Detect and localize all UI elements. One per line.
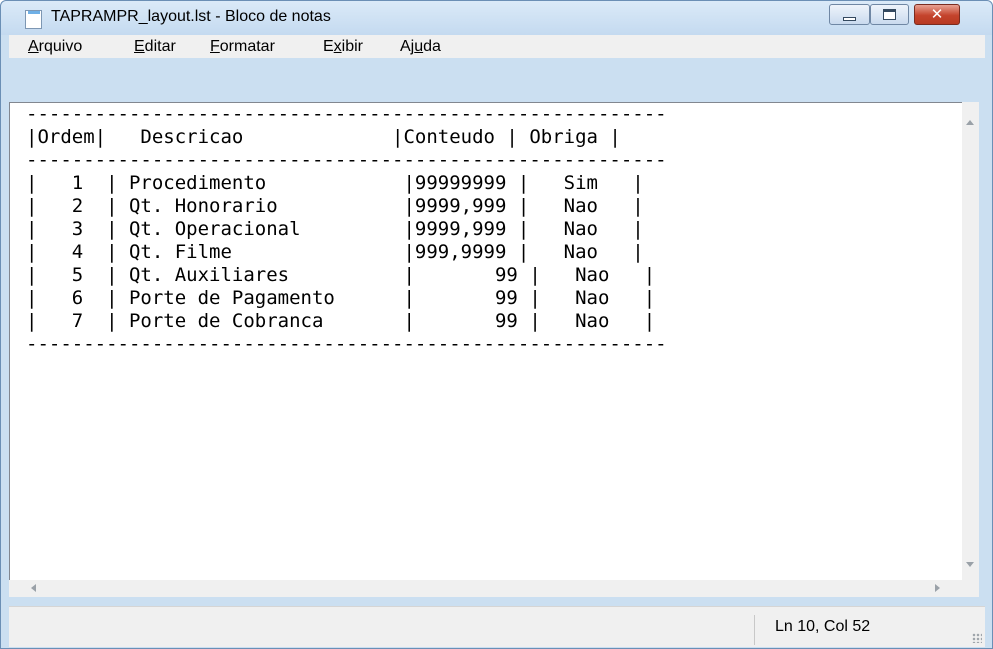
status-bar: Ln 10, Col 52 — [9, 606, 985, 647]
minimize-icon — [843, 16, 856, 21]
notepad-window: TAPRAMPR_layout.lst - Bloco de notas ✕ A… — [0, 0, 993, 649]
status-divider — [754, 615, 755, 645]
vertical-scrollbar[interactable] — [962, 102, 979, 580]
menu-exibir-accel: x — [333, 38, 342, 55]
menu-editar-label: ditar — [144, 38, 176, 55]
menu-formatar[interactable]: Formatar — [210, 38, 275, 56]
scrollbar-corner — [962, 580, 979, 597]
menu-exibir-label-pre: E — [323, 38, 334, 55]
menu-ajuda[interactable]: Ajuda — [400, 38, 441, 56]
menu-exibir[interactable]: Exibir — [323, 38, 363, 56]
maximize-button[interactable] — [870, 4, 909, 25]
window-title: TAPRAMPR_layout.lst - Bloco de notas — [51, 8, 331, 25]
scroll-left-icon[interactable] — [31, 584, 36, 592]
notepad-icon[interactable] — [25, 10, 42, 29]
close-button[interactable]: ✕ — [914, 4, 960, 25]
menu-formatar-label: ormatar — [219, 38, 275, 55]
cursor-position: Ln 10, Col 52 — [775, 618, 871, 635]
horizontal-scrollbar[interactable] — [9, 580, 962, 597]
menu-arquivo-label: rquivo — [38, 38, 83, 55]
resize-grip-icon[interactable] — [972, 633, 982, 643]
menu-arquivo-accel: A — [28, 38, 39, 55]
menu-bar: Arquivo Editar Formatar Exibir Ajuda — [9, 35, 985, 58]
menu-editar[interactable]: Editar — [134, 38, 176, 56]
menu-arquivo[interactable]: Arquivo — [28, 38, 82, 56]
title-bar[interactable]: TAPRAMPR_layout.lst - Bloco de notas ✕ — [1, 1, 992, 35]
menu-exibir-label: ibir — [341, 38, 364, 55]
menu-editar-accel: E — [134, 38, 145, 55]
editor-content[interactable]: ----------------------------------------… — [26, 103, 667, 356]
minimize-button[interactable] — [829, 4, 870, 25]
scroll-up-icon[interactable] — [966, 120, 974, 125]
text-editor[interactable]: ----------------------------------------… — [9, 102, 962, 580]
menu-ajuda-label: da — [423, 38, 441, 55]
menu-ajuda-accel: u — [414, 38, 424, 55]
scroll-down-icon[interactable] — [966, 562, 974, 567]
menu-formatar-accel: F — [210, 38, 220, 55]
close-icon: ✕ — [930, 5, 944, 23]
maximize-icon — [883, 9, 896, 20]
scroll-right-icon[interactable] — [935, 584, 940, 592]
menu-ajuda-label-pre: Aj — [400, 38, 415, 55]
